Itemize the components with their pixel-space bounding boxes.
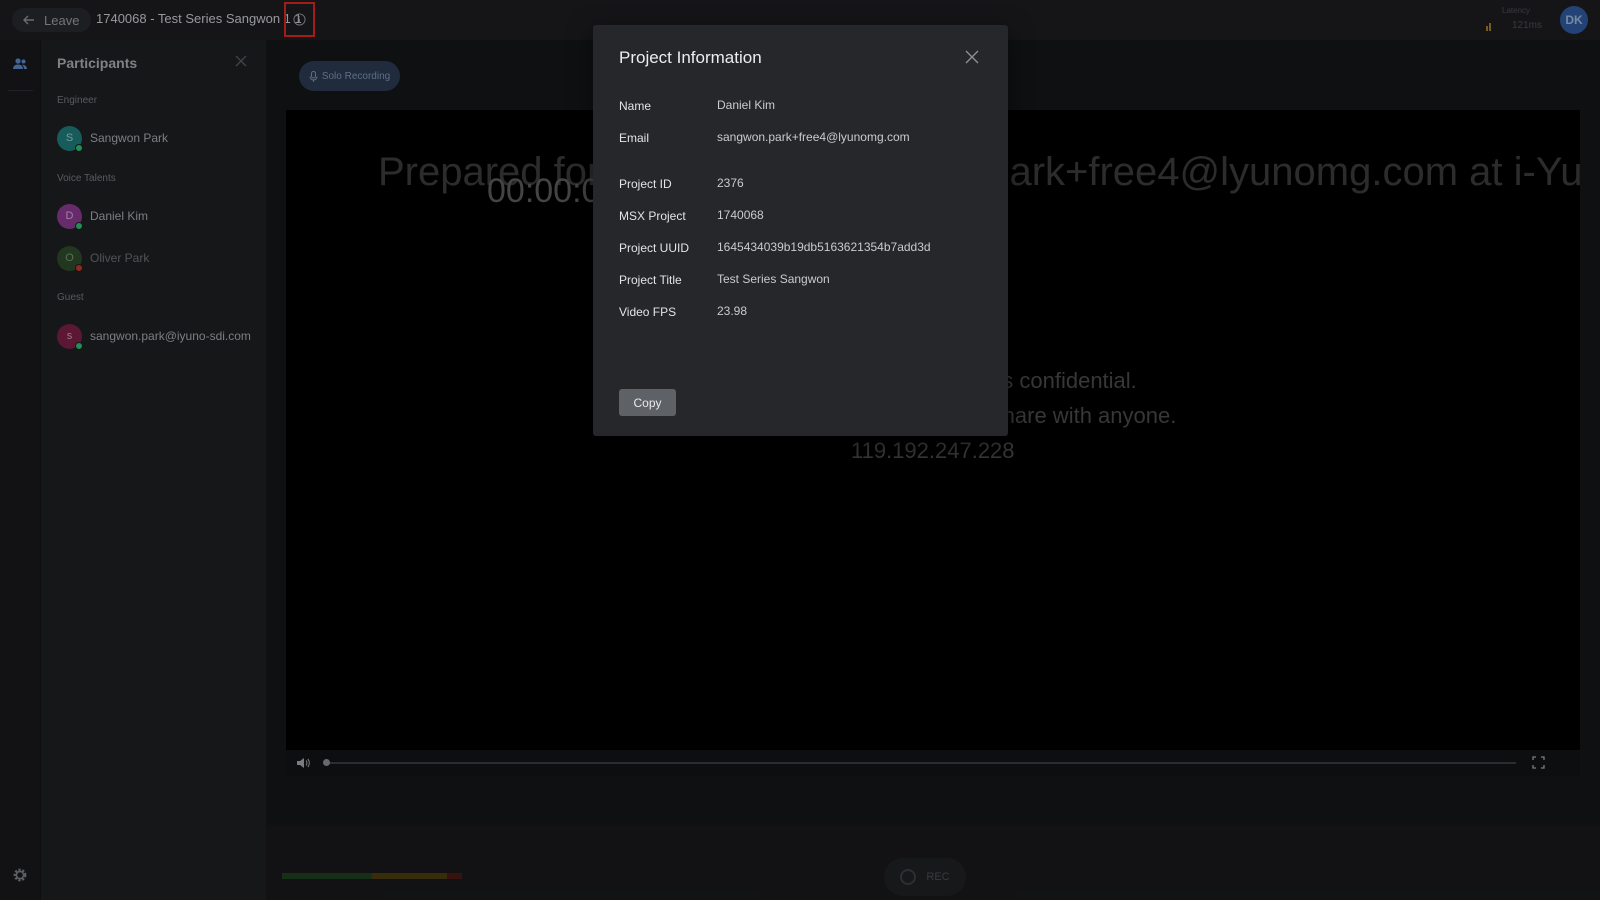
project-uuid-value: 1645434039b19db5163621354b7add3d [717, 240, 931, 254]
video-fps-value: 23.98 [717, 304, 748, 318]
msx-project-label: MSX Project [619, 209, 686, 223]
project-id-value: 2376 [717, 176, 744, 190]
name-label: Name [619, 99, 652, 113]
project-information-dialog: Project Information Name Daniel Kim Emai… [593, 25, 1008, 436]
project-id-label: Project ID [619, 177, 672, 191]
project-title-value: Test Series Sangwon [717, 272, 830, 286]
msx-project-value: 1740068 [717, 208, 764, 222]
name-value: Daniel Kim [717, 98, 776, 112]
email-value: sangwon.park+free4@lyunomg.com [717, 130, 910, 144]
close-icon[interactable] [965, 50, 979, 64]
copy-button[interactable]: Copy [619, 389, 676, 416]
video-fps-label: Video FPS [619, 305, 677, 319]
app-window: Leave 1740068 - Test Series Sangwon 1 1 … [0, 0, 1600, 900]
project-title-label: Project Title [619, 273, 682, 287]
dialog-title: Project Information [619, 48, 762, 67]
project-uuid-label: Project UUID [619, 241, 690, 255]
email-label: Email [619, 131, 650, 145]
